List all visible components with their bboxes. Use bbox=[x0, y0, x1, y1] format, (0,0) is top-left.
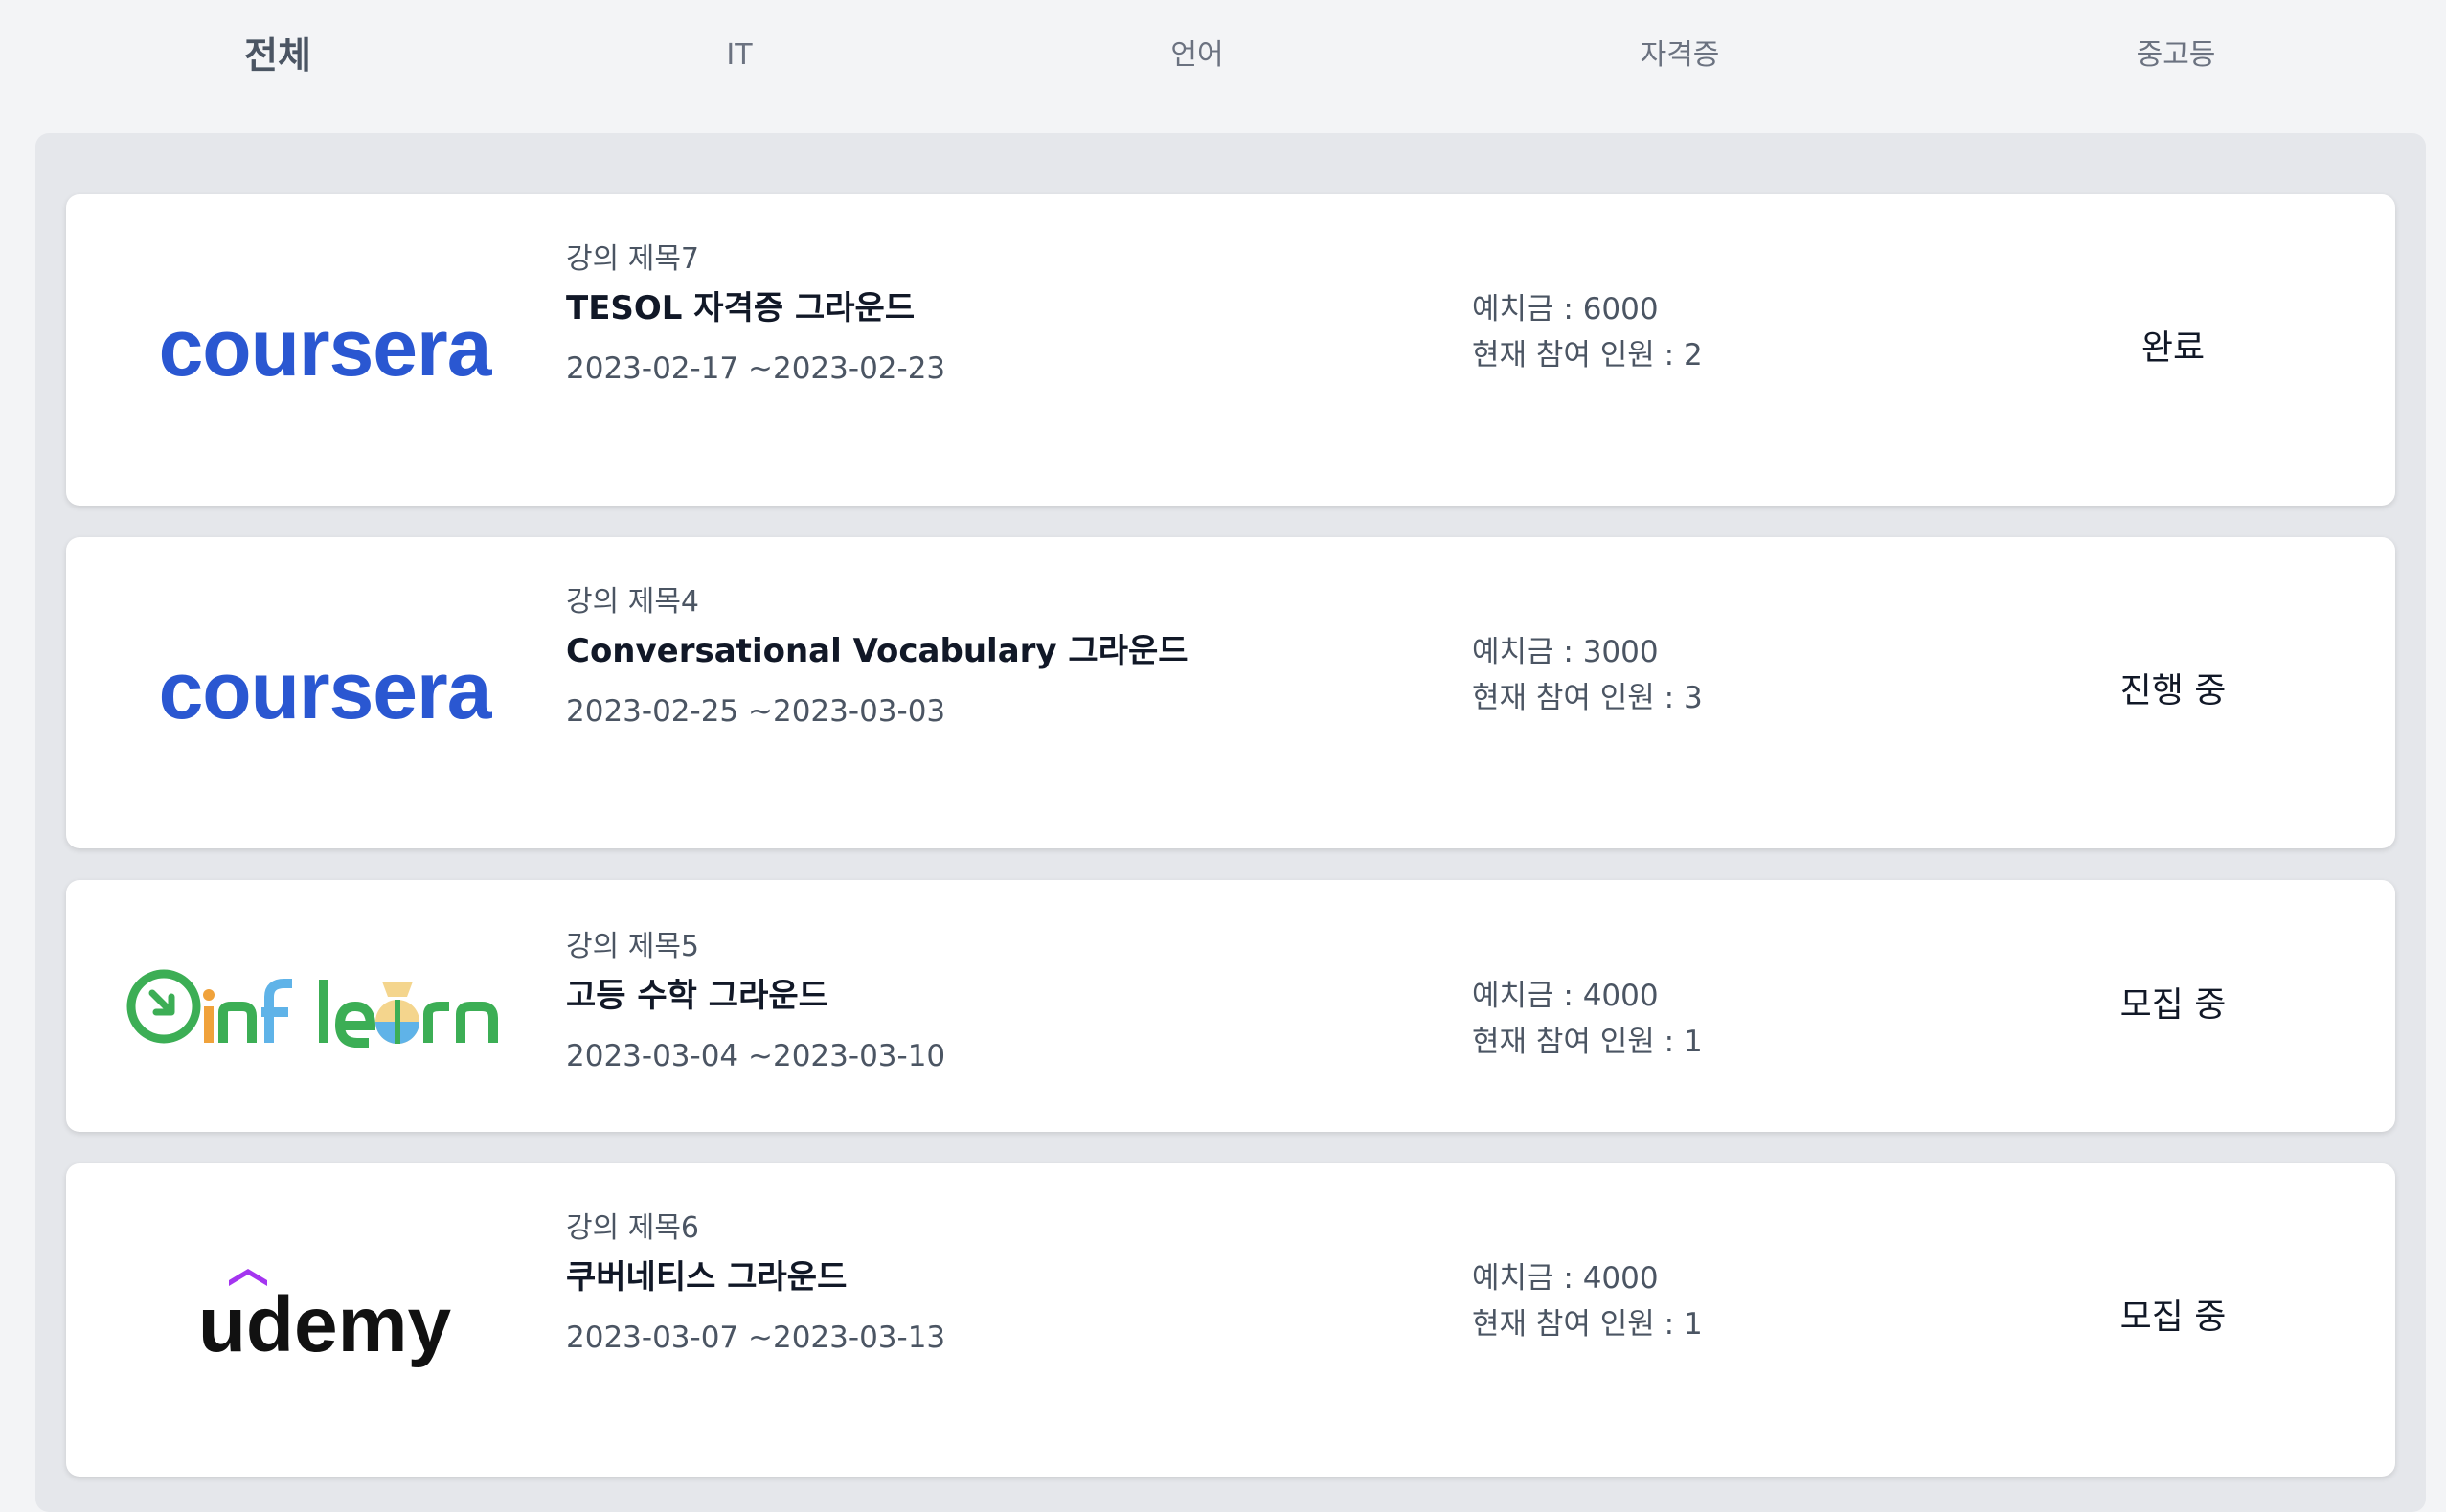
course-stats: 예치금 : 4000 현재 참여 인원 : 1 bbox=[1472, 1255, 1951, 1347]
tab-certificate[interactable]: 자격증 bbox=[1584, 29, 1776, 82]
deposit-text: 예치금 : 4000 bbox=[1472, 1261, 1659, 1296]
course-dates: 2023-03-04 ~2023-03-10 bbox=[566, 1039, 946, 1073]
tab-all[interactable]: 전체 bbox=[182, 29, 374, 82]
tab-it[interactable]: IT bbox=[644, 29, 835, 82]
course-title: TESOL 자격증 그라운드 bbox=[566, 289, 916, 327]
svg-text:coursera: coursera bbox=[159, 655, 493, 732]
course-subtitle: 강의 제목5 bbox=[566, 930, 700, 963]
participants-text: 현재 참여 인원 : 2 bbox=[1472, 338, 1703, 372]
coursera-logo: coursera bbox=[114, 537, 535, 848]
tab-secondary-school[interactable]: 중고등 bbox=[2080, 29, 2272, 82]
course-subtitle: 강의 제목4 bbox=[566, 585, 700, 619]
course-title: Conversational Vocabulary 그라운드 bbox=[566, 632, 1189, 670]
course-card[interactable]: 강의 제목5 고등 수학 그라운드 2023-03-04 ~2023-03-10… bbox=[66, 880, 2395, 1132]
deposit-text: 예치금 : 4000 bbox=[1472, 979, 1659, 1013]
status-label: 완료 bbox=[2140, 328, 2206, 368]
course-dates: 2023-02-17 ~2023-02-23 bbox=[566, 351, 946, 386]
course-title: 쿠버네티스 그라운드 bbox=[566, 1258, 848, 1297]
course-card[interactable]: coursera 강의 제목4 Conversational Vocabular… bbox=[66, 537, 2395, 848]
participants-text: 현재 참여 인원 : 1 bbox=[1472, 1025, 1703, 1059]
participants-text: 현재 참여 인원 : 3 bbox=[1472, 681, 1703, 715]
svg-text:coursera: coursera bbox=[159, 312, 493, 389]
svg-text:udemy: udemy bbox=[198, 1281, 452, 1368]
course-card[interactable]: udemy 강의 제목6 쿠버네티스 그라운드 2023-03-07 ~2023… bbox=[66, 1163, 2395, 1477]
course-stats: 예치금 : 6000 현재 참여 인원 : 2 bbox=[1472, 286, 1951, 378]
udemy-logo: udemy bbox=[114, 1163, 535, 1477]
course-info: 강의 제목7 TESOL 자격증 그라운드 2023-02-17 ~2023-0… bbox=[566, 240, 1428, 390]
course-card[interactable]: coursera 강의 제목7 TESOL 자격증 그라운드 2023-02-1… bbox=[66, 194, 2395, 506]
category-tabs: 전체 IT 언어 자격증 중고등 bbox=[0, 0, 2446, 115]
status-label: 모집 중 bbox=[2119, 1298, 2227, 1337]
status-label: 모집 중 bbox=[2119, 985, 2227, 1025]
tab-language[interactable]: 언어 bbox=[1101, 29, 1293, 82]
course-info: 강의 제목6 쿠버네티스 그라운드 2023-03-07 ~2023-03-13 bbox=[566, 1209, 1428, 1359]
course-stats: 예치금 : 4000 현재 참여 인원 : 1 bbox=[1472, 973, 1951, 1065]
deposit-text: 예치금 : 3000 bbox=[1472, 635, 1659, 669]
participants-text: 현재 참여 인원 : 1 bbox=[1472, 1307, 1703, 1342]
course-dates: 2023-03-07 ~2023-03-13 bbox=[566, 1320, 946, 1355]
course-info: 강의 제목5 고등 수학 그라운드 2023-03-04 ~2023-03-10 bbox=[566, 928, 1428, 1077]
course-dates: 2023-02-25 ~2023-03-03 bbox=[566, 694, 946, 729]
status-label: 진행 중 bbox=[2119, 671, 2227, 711]
course-subtitle: 강의 제목7 bbox=[566, 242, 700, 276]
course-info: 강의 제목4 Conversational Vocabulary 그라운드 20… bbox=[566, 583, 1428, 733]
deposit-text: 예치금 : 6000 bbox=[1472, 292, 1659, 327]
course-title: 고등 수학 그라운드 bbox=[566, 977, 828, 1015]
course-stats: 예치금 : 3000 현재 참여 인원 : 3 bbox=[1472, 629, 1951, 721]
coursera-logo: coursera bbox=[114, 194, 535, 506]
course-subtitle: 강의 제목6 bbox=[566, 1211, 700, 1245]
inflearn-logo bbox=[114, 880, 535, 1132]
